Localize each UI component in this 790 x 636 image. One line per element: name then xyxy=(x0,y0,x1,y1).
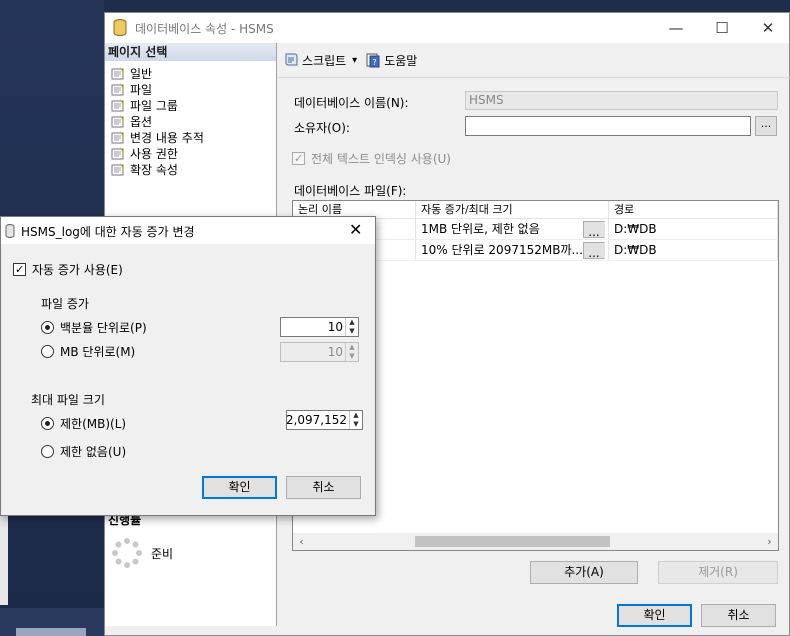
mb-stepper: 10 ▲ ▼ xyxy=(280,342,359,362)
owner-input[interactable] xyxy=(465,116,751,136)
help-icon: ? xyxy=(366,53,380,68)
page-icon xyxy=(111,66,124,79)
dialog-title-bar[interactable]: HSMS_log에 대한 자동 증가 변경 ✕ xyxy=(1,217,375,244)
remove-button: 제거(R) xyxy=(658,561,778,584)
enable-autogrowth-checkbox[interactable]: ✓ 자동 증가 사용(E) xyxy=(13,261,123,278)
stepper-arrows: ▲ ▼ xyxy=(345,343,358,361)
close-button[interactable]: ✕ xyxy=(745,13,790,43)
path-cell: D:₩DB xyxy=(609,219,778,239)
taskbar-item[interactable] xyxy=(16,628,86,636)
stepper-arrows[interactable]: ▲ ▼ xyxy=(345,318,358,336)
db-name-field: HSMS xyxy=(465,91,778,110)
script-icon xyxy=(285,53,298,66)
background-window-edge xyxy=(0,515,8,605)
script-dropdown-arrow[interactable]: ▾ xyxy=(352,55,357,66)
dialog-title: HSMS_log에 대한 자동 증가 변경 xyxy=(21,225,195,239)
dialog-ok-button[interactable]: 확인 xyxy=(202,476,277,499)
fulltext-checkbox: ✓ 전체 텍스트 인덱싱 사용(U) xyxy=(292,152,451,166)
scroll-right-button[interactable]: › xyxy=(761,533,778,550)
autogrowth-edit-button[interactable]: ... xyxy=(583,221,605,238)
add-button[interactable]: 추가(A) xyxy=(530,561,638,584)
checkbox-box[interactable]: ✓ xyxy=(13,263,26,276)
page-icon xyxy=(111,146,124,159)
title-bar[interactable]: 데이터베이스 속성 - HSMS — ☐ ✕ xyxy=(105,13,789,43)
database-icon xyxy=(5,224,15,238)
progress-status: 준비 xyxy=(111,537,173,569)
owner-label: 소유자(O): xyxy=(294,121,350,135)
taskbar-fragment xyxy=(0,608,104,636)
path-cell: D:₩DB xyxy=(609,240,778,260)
max-size-group-label: 최대 파일 크기 xyxy=(31,393,105,407)
checkbox-box: ✓ xyxy=(292,152,305,165)
window-title: 데이터베이스 속성 - HSMS xyxy=(135,22,274,36)
help-button[interactable]: ? 도움말 xyxy=(365,52,417,69)
db-files-label: 데이터베이스 파일(F): xyxy=(294,184,407,198)
scroll-left-button[interactable]: ‹ xyxy=(293,533,310,550)
page-item-general[interactable]: 일반 xyxy=(111,65,276,81)
page-item-filegroups[interactable]: 파일 그룹 xyxy=(111,97,276,113)
limited-radio[interactable]: 제한(MB)(L) xyxy=(41,415,126,432)
page-icon xyxy=(111,82,124,95)
database-icon xyxy=(113,19,127,37)
radio-button[interactable] xyxy=(41,321,54,334)
dialog-close-button[interactable]: ✕ xyxy=(349,220,362,239)
page-icon xyxy=(111,162,124,175)
owner-browse-button[interactable]: ... xyxy=(755,116,777,136)
progress-text: 준비 xyxy=(151,546,174,561)
unlimited-radio[interactable]: 제한 없음(U) xyxy=(41,443,126,460)
radio-button[interactable] xyxy=(41,345,54,358)
autogrowth-edit-button[interactable]: ... xyxy=(583,242,605,259)
file-growth-group-label: 파일 증가 xyxy=(41,297,89,311)
cancel-button[interactable]: 취소 xyxy=(701,604,776,627)
page-icon xyxy=(111,114,124,127)
minimize-button[interactable]: — xyxy=(653,13,699,43)
mb-radio[interactable]: MB 단위로(M) xyxy=(41,343,135,360)
page-item-options[interactable]: 옵션 xyxy=(111,113,276,129)
scrollbar-thumb[interactable] xyxy=(415,536,610,547)
toolbar-divider xyxy=(278,77,790,78)
max-size-stepper[interactable]: 2,097,152 ▲ ▼ xyxy=(286,410,363,430)
progress-spinner-icon xyxy=(112,538,142,568)
autogrowth-cell: 10% 단위로 2097152MB까...... xyxy=(416,240,609,260)
svg-text:?: ? xyxy=(373,58,377,67)
radio-button[interactable] xyxy=(41,445,54,458)
page-icon xyxy=(111,130,124,143)
stepper-arrows[interactable]: ▲ ▼ xyxy=(349,411,362,429)
percent-stepper[interactable]: 10 ▲ ▼ xyxy=(280,317,359,337)
page-item-change-tracking[interactable]: 변경 내용 추적 xyxy=(111,129,276,145)
column-header-autogrowth[interactable]: 자동 증가/최대 크기 xyxy=(416,201,609,218)
db-name-label: 데이터베이스 이름(N): xyxy=(294,96,409,110)
maximize-button[interactable]: ☐ xyxy=(699,13,745,43)
page-icon xyxy=(111,98,124,111)
ok-button[interactable]: 확인 xyxy=(617,604,692,627)
column-header-path[interactable]: 경로 xyxy=(609,201,778,218)
page-list: 일반 파일 파일 그룹 옵션 변경 내용 추적 사용 권한 확장 속성 xyxy=(111,65,276,177)
page-item-extended-properties[interactable]: 확장 속성 xyxy=(111,161,276,177)
autogrowth-dialog: HSMS_log에 대한 자동 증가 변경 ✕ ✓ 자동 증가 사용(E) 파일… xyxy=(0,216,376,516)
percent-radio[interactable]: 백분율 단위로(P) xyxy=(41,319,147,336)
script-button[interactable]: 스크립트 ▾ xyxy=(283,52,357,69)
page-selector-header: 페이지 선택 xyxy=(105,43,276,61)
page-item-permissions[interactable]: 사용 권한 xyxy=(111,145,276,161)
radio-button[interactable] xyxy=(41,417,54,430)
dialog-cancel-button[interactable]: 취소 xyxy=(286,476,361,499)
page-item-files[interactable]: 파일 xyxy=(111,81,276,97)
autogrowth-cell: 1MB 단위로, 제한 없음... xyxy=(416,219,609,239)
toolbar: 스크립트 ▾ ? 도움말 xyxy=(283,49,425,71)
horizontal-scrollbar[interactable]: ‹ › xyxy=(293,533,778,550)
